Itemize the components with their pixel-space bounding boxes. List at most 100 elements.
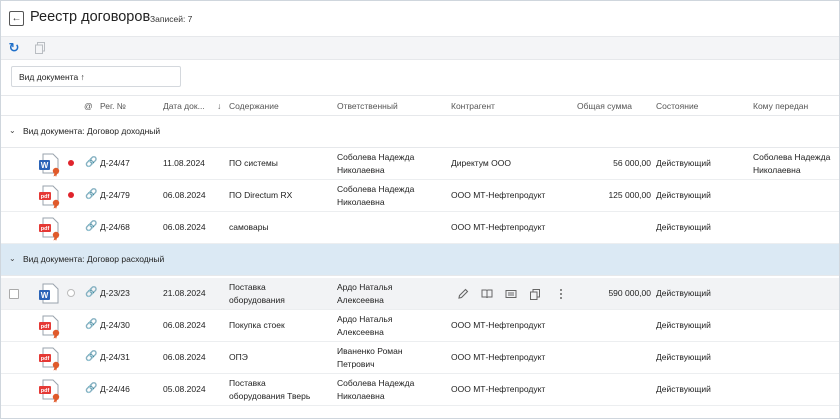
page-title: Реестр договоров <box>30 9 151 25</box>
chevron-down-icon[interactable]: ⌄ <box>9 126 16 135</box>
state: Действующий <box>656 190 711 200</box>
responsible: Ардо Наталья Алексеевна <box>337 314 393 337</box>
svg-text:pdf: pdf <box>41 356 50 362</box>
paperclip-icon: 🔗 <box>85 221 98 232</box>
book-icon[interactable] <box>479 286 495 302</box>
state: Действующий <box>656 158 711 168</box>
column-total[interactable]: Общая сумма <box>577 101 632 111</box>
total-amount: 56 000,00 <box>613 158 651 168</box>
counterparty: ООО МТ-Нефтепродукт <box>451 320 546 330</box>
doc-date: 06.08.2024 <box>163 222 206 232</box>
content: ПО системы <box>229 158 278 168</box>
counterparty: ООО МТ-Нефтепродукт <box>451 190 546 200</box>
sort-arrow-icon[interactable]: ↓ <box>217 101 221 111</box>
state: Действующий <box>656 384 711 394</box>
paperclip-icon: 🔗 <box>85 351 98 362</box>
paperclip-icon: 🔗 <box>85 319 98 330</box>
total-amount: 125 000,00 <box>608 190 651 200</box>
state: Действующий <box>656 222 711 232</box>
pdf-doc-icon: pdf <box>39 217 60 241</box>
table-row[interactable]: pdf 🔗 Д-24/30 06.08.2024 Покупка стоек А… <box>1 310 839 342</box>
table-row[interactable]: pdf 🔗 Д-24/46 05.08.2024 Поставка оборудо… <box>1 374 839 406</box>
handed-to: Соболева Надежда Николаевна <box>753 152 831 175</box>
svg-text:pdf: pdf <box>41 388 50 394</box>
pdf-doc-icon: pdf <box>39 347 60 371</box>
counterparty: ООО МТ-Нефтепродукт <box>451 384 546 394</box>
toolbar: ↻ <box>1 36 839 60</box>
paperclip-icon: 🔗 <box>85 287 98 298</box>
records-count: Записей: 7 <box>150 14 193 24</box>
table-row[interactable]: pdf 🔗 Д-24/79 06.08.2024 ПО Directum RX … <box>1 180 839 212</box>
row-checkbox[interactable] <box>9 289 19 299</box>
pdf-doc-icon: pdf <box>39 379 60 403</box>
column-state[interactable]: Состояние <box>656 101 698 111</box>
copy-icon[interactable] <box>527 286 543 302</box>
row-actions <box>455 286 569 302</box>
read-marker[interactable] <box>67 289 75 297</box>
paperclip-icon: 🔗 <box>85 157 98 168</box>
grouping-label: Вид документа ↑ <box>19 72 85 82</box>
column-date[interactable]: Дата док... <box>163 101 205 111</box>
table-row[interactable]: pdf 🔗 Д-24/68 06.08.2024 самовары ООО МТ… <box>1 212 839 244</box>
reg-no: Д-24/47 <box>100 158 130 168</box>
responsible: Соболева Надежда Николаевна <box>337 184 415 207</box>
chevron-down-icon[interactable]: ⌄ <box>9 254 16 263</box>
content: самовары <box>229 222 269 232</box>
column-content[interactable]: Содержание <box>229 101 279 111</box>
state: Действующий <box>656 288 711 298</box>
reg-no: Д-24/31 <box>100 352 130 362</box>
responsible: Соболева Надежда Николаевна <box>337 152 415 175</box>
word-doc-icon: W <box>39 153 60 177</box>
group-label: Вид документа: Договор расходный <box>23 254 165 264</box>
reg-no: Д-24/68 <box>100 222 130 232</box>
counterparty: ООО МТ-Нефтепродукт <box>451 222 546 232</box>
responsible: Соболева Надежда Николаевна <box>337 378 415 401</box>
responsible: Ардо Наталья Алексеевна <box>337 282 393 305</box>
table-row[interactable]: W 🔗 Д-23/23 21.08.2024 Поставка оборудова… <box>1 278 839 310</box>
content: Поставка оборудования <box>229 282 285 305</box>
svg-text:pdf: pdf <box>41 194 50 200</box>
svg-text:pdf: pdf <box>41 226 50 232</box>
reg-no: Д-24/30 <box>100 320 130 330</box>
doc-date: 06.08.2024 <box>163 190 206 200</box>
word-doc-icon: W <box>39 283 59 304</box>
paperclip-icon: 🔗 <box>85 189 98 200</box>
table-row[interactable]: pdf 🔗 Д-24/31 06.08.2024 ОПЭ Иваненко Ро… <box>1 342 839 374</box>
table-row[interactable]: W 🔗 Д-24/47 11.08.2024 ПО системы Соболе… <box>1 148 839 180</box>
card-icon[interactable] <box>503 286 519 302</box>
grid-header: @ Рег. № Дата док... ↓ Содержание Ответс… <box>1 95 839 116</box>
content: Покупка стоек <box>229 320 285 330</box>
svg-text:pdf: pdf <box>41 324 50 330</box>
state: Действующий <box>656 320 711 330</box>
title-bar: ← Реестр договоров Записей: 7 <box>1 1 839 36</box>
back-arrow-icon[interactable]: ← <box>9 11 24 26</box>
reg-no: Д-24/46 <box>100 384 130 394</box>
state: Действующий <box>656 352 711 362</box>
column-responsible[interactable]: Ответственный <box>337 101 398 111</box>
group-row-expense[interactable]: ⌄ Вид документа: Договор расходный <box>1 244 839 276</box>
counterparty: Директум ООО <box>451 158 511 168</box>
reg-no: Д-23/23 <box>100 288 130 298</box>
column-attachment[interactable]: @ <box>84 101 93 111</box>
group-row-income[interactable]: ⌄ Вид документа: Договор доходный <box>1 116 839 148</box>
doc-date: 05.08.2024 <box>163 384 206 394</box>
unread-marker <box>68 160 74 166</box>
total-amount: 590 000,00 <box>608 288 651 298</box>
svg-text:W: W <box>41 161 49 170</box>
doc-date: 11.08.2024 <box>163 158 205 168</box>
copy-icon[interactable] <box>35 42 45 54</box>
doc-date: 06.08.2024 <box>163 352 206 362</box>
column-counterparty[interactable]: Контрагент <box>451 101 495 111</box>
grouping-field[interactable]: Вид документа ↑ <box>11 66 181 87</box>
column-handed-to[interactable]: Кому передан <box>753 101 808 111</box>
paperclip-icon: 🔗 <box>85 383 98 394</box>
pdf-doc-icon: pdf <box>39 315 60 339</box>
edit-icon[interactable] <box>455 286 471 302</box>
content: ПО Directum RX <box>229 190 293 200</box>
unread-marker <box>68 192 74 198</box>
content: ОПЭ <box>229 352 248 362</box>
group-label: Вид документа: Договор доходный <box>23 126 161 136</box>
refresh-icon[interactable]: ↻ <box>7 41 21 55</box>
content: Поставка оборудования Тверь <box>229 378 311 401</box>
column-reg-no[interactable]: Рег. № <box>100 101 126 111</box>
